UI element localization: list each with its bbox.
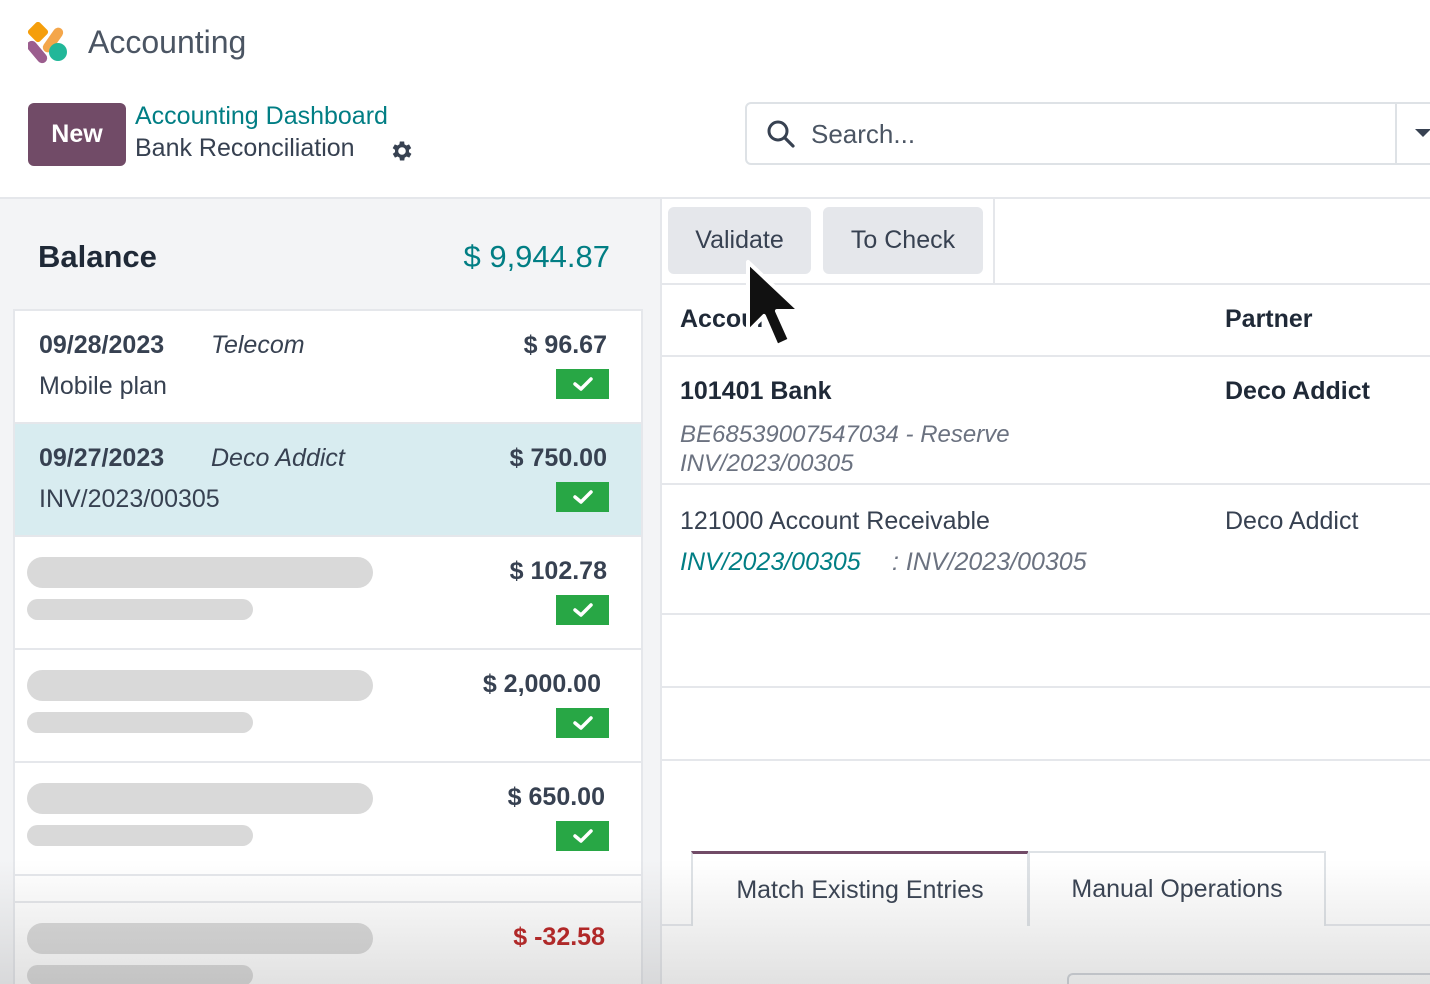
statement-line-loading[interactable]: $ 102.78 (15, 537, 641, 650)
statement-line[interactable]: 09/28/2023 Telecom Mobile plan $ 96.67 (15, 311, 641, 424)
table-row-empty (662, 615, 1430, 688)
line-amount: $ 650.00 (507, 783, 605, 811)
cell-account: 101401 Bank (680, 377, 832, 405)
search-icon (767, 120, 795, 148)
cell-account: 121000 Account Receivable (680, 507, 990, 535)
to-check-button[interactable]: To Check (823, 207, 983, 274)
line-partner: Deco Addict (211, 444, 345, 472)
app-title[interactable]: Accounting (88, 24, 246, 61)
line-amount: $ 750.00 (509, 444, 607, 472)
tab-match-existing-entries[interactable]: Match Existing Entries (691, 851, 1029, 926)
search-bar (745, 102, 1430, 165)
loading-placeholder (27, 825, 253, 846)
statement-line-loading[interactable]: $ -32.58 (15, 901, 641, 984)
loading-placeholder (27, 599, 253, 620)
statement-lines-list: 09/28/2023 Telecom Mobile plan $ 96.67 0… (13, 309, 643, 984)
breadcrumb-current-page: Bank Reconciliation (135, 134, 355, 162)
statement-line-loading[interactable]: $ 650.00 (15, 763, 641, 876)
statement-line-loading[interactable]: $ 2,000.00 (15, 650, 641, 763)
search-options-toggle[interactable] (1395, 102, 1430, 165)
control-panel: New Accounting Dashboard Bank Reconcilia… (0, 86, 1430, 199)
top-navbar: Accounting (0, 0, 1430, 86)
check-icon (572, 490, 593, 504)
action-bar: Validate To Check (662, 199, 995, 283)
line-amount: $ 2,000.00 (482, 670, 601, 698)
column-header-partner: Partner (1225, 305, 1313, 333)
balance-label: Balance (38, 239, 157, 274)
reconciliation-lines-table: Account Partner 101401 Bank Deco Addict … (662, 283, 1430, 761)
panel-edge (1067, 973, 1430, 984)
cell-partner: Deco Addict (1225, 507, 1359, 535)
check-icon (572, 829, 593, 843)
loading-placeholder (27, 965, 253, 984)
cell-partner: Deco Addict (1225, 377, 1370, 405)
invoice-link[interactable]: INV/2023/00305 (680, 548, 861, 577)
reconciled-check-badge (556, 595, 609, 625)
caret-down-icon (1415, 129, 1430, 137)
check-icon (572, 716, 593, 730)
cell-label: BE68539007547034 - Reserve (680, 421, 1010, 448)
line-date: 09/28/2023 (39, 331, 165, 359)
gear-icon[interactable] (389, 138, 415, 164)
line-date: 09/27/2023 (39, 444, 165, 472)
notebook-tabs: Match Existing Entries Manual Operations (662, 851, 1430, 926)
statement-line-selected[interactable]: 09/27/2023 Deco Addict INV/2023/00305 $ … (15, 424, 641, 537)
cell-reference: : INV/2023/00305 (892, 548, 1087, 576)
line-label: Mobile plan (39, 372, 167, 400)
line-partner: Telecom (211, 331, 305, 359)
new-button[interactable]: New (28, 103, 126, 166)
loading-placeholder (27, 712, 253, 733)
loading-placeholder (27, 670, 373, 701)
loading-placeholder (27, 557, 373, 588)
check-icon (572, 377, 593, 391)
table-row[interactable]: 101401 Bank Deco Addict BE68539007547034… (662, 357, 1430, 485)
line-amount: $ 96.67 (523, 331, 607, 359)
balance-value: $ 9,944.87 (463, 239, 610, 274)
table-header: Account Partner (662, 285, 1430, 357)
check-icon (572, 603, 593, 617)
column-header-account: Account (680, 305, 780, 333)
tab-manual-operations[interactable]: Manual Operations (1028, 851, 1326, 926)
validate-button[interactable]: Validate (668, 207, 811, 274)
line-amount: $ 102.78 (509, 557, 607, 585)
loading-placeholder (27, 783, 373, 814)
reconciled-check-badge (556, 821, 609, 851)
table-row[interactable]: 121000 Account Receivable Deco Addict IN… (662, 485, 1430, 615)
statement-lines-panel: Balance $ 9,944.87 09/28/2023 Telecom Mo… (0, 199, 660, 984)
loading-placeholder (27, 923, 373, 954)
cell-reference: INV/2023/00305 (680, 450, 854, 477)
line-label: INV/2023/00305 (39, 485, 220, 513)
search-input[interactable] (811, 112, 1371, 156)
reconciled-check-badge (556, 708, 609, 738)
reconciled-check-badge (556, 369, 609, 399)
line-amount: $ -32.58 (513, 923, 605, 951)
accounting-app-logo[interactable] (28, 22, 70, 64)
reconciled-check-badge (556, 482, 609, 512)
reconciliation-panel: Validate To Check Account Partner 101401… (660, 199, 1430, 984)
breadcrumb-accounting-dashboard[interactable]: Accounting Dashboard (135, 102, 388, 131)
table-row-empty (662, 688, 1430, 761)
